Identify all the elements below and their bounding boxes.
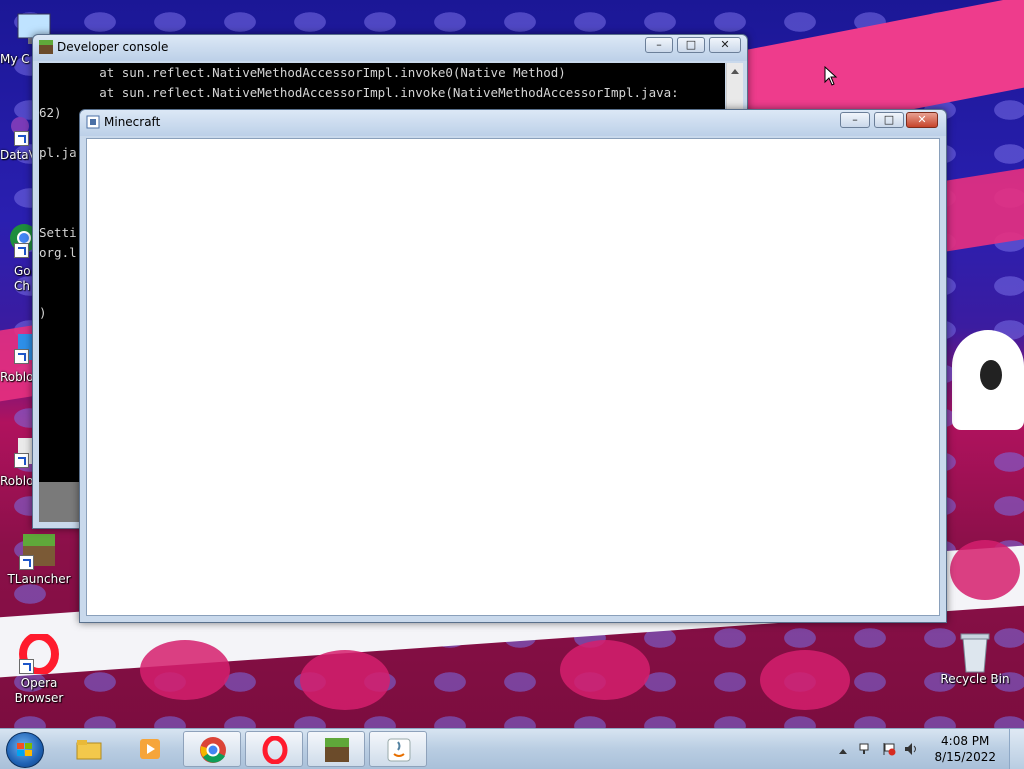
wallpaper-blob [760,650,850,710]
folder-icon [75,735,103,763]
clock-date: 8/15/2022 [934,750,996,764]
console-line: at sun.reflect.NativeMethodAccessorImpl.… [39,85,679,100]
taskbar-opera[interactable] [245,731,303,767]
close-icon: ✕ [720,38,730,51]
minimize-button[interactable]: – [645,37,673,53]
taskbar: 4:08 PM 8/15/2022 [0,728,1024,769]
java-icon [385,736,413,764]
scroll-up-arrow-icon[interactable] [731,69,739,74]
minecraft-window[interactable]: Minecraft – □ ✕ [79,109,947,623]
media-player-icon [136,735,164,763]
desktop-icon-label: Opera Browser [14,676,64,705]
desktop-icon-recycle-bin[interactable]: Recycle Bin [936,630,1014,687]
network-icon[interactable] [858,742,872,756]
maximize-button[interactable]: □ [677,37,705,53]
wallpaper-question-hole [980,360,1002,390]
taskbar-minecraft[interactable] [307,731,365,767]
wallpaper-blob [560,640,650,700]
wallpaper-blob [950,540,1020,600]
show-desktop-button[interactable] [1009,729,1024,769]
maximize-icon: □ [685,38,697,51]
desktop-icon-label: My C [0,52,30,66]
console-line: Setti [39,225,77,240]
volume-icon[interactable] [904,742,918,756]
start-button[interactable] [6,732,44,768]
console-line: at sun.reflect.NativeMethodAccessorImpl.… [39,65,566,80]
opera-icon [19,632,59,676]
desktop-icon-label: Recycle Bin [940,672,1010,686]
windows-logo-icon [17,743,33,757]
minecraft-icon [323,736,351,764]
shortcut-arrow-icon [14,349,29,364]
recycle-bin-icon [955,630,995,673]
console-line: ) [39,305,47,320]
desktop-icon-label: Roblo [0,474,34,488]
desktop-icon-opera[interactable]: Opera Browser [0,632,78,706]
opera-icon [261,735,289,765]
desktop-icon-tlauncher[interactable]: TLauncher [0,530,78,587]
mouse-cursor-icon [824,66,838,86]
roblox-icon [0,328,34,368]
shortcut-arrow-icon [19,659,34,674]
window-title: Developer console [57,40,169,54]
titlebar[interactable]: Minecraft – □ ✕ [80,110,946,136]
taskbar-java[interactable] [369,731,427,767]
console-line: org.l [39,245,77,260]
close-button[interactable]: ✕ [709,37,741,53]
window-title: Minecraft [104,115,161,129]
app-icon [0,112,30,146]
titlebar[interactable]: Developer console – □ ✕ [33,35,747,61]
console-line: pl.ja [39,145,77,160]
maximize-button[interactable]: □ [874,112,904,128]
shortcut-arrow-icon [14,453,29,468]
desktop-icon-label: TLauncher [7,572,71,586]
clock[interactable]: 4:08 PM 8/15/2022 [934,733,996,765]
minimize-button[interactable]: – [840,112,870,128]
taskbar-chrome[interactable] [183,731,241,767]
minimize-icon: – [852,113,858,126]
taskbar-explorer[interactable] [60,731,118,767]
wallpaper-blob [140,640,230,700]
taskbar-media-player[interactable] [121,731,179,767]
minecraft-grass-block-icon [19,530,59,570]
java-app-icon [86,115,100,129]
minecraft-content-area[interactable] [86,138,940,616]
action-center-warning-icon[interactable] [882,742,896,756]
shortcut-arrow-icon [14,131,29,146]
desktop-icon-label: Roblo [0,370,34,384]
clock-time: 4:08 PM [941,734,990,748]
minecraft-block-icon [39,40,53,54]
close-button[interactable]: ✕ [906,112,938,128]
shortcut-arrow-icon [14,243,29,258]
wallpaper-blob [300,650,390,710]
shortcut-arrow-icon [19,555,34,570]
maximize-icon: □ [883,113,895,126]
roblox-studio-icon [0,432,34,472]
minimize-icon: – [656,38,662,51]
chrome-icon [0,220,38,262]
show-hidden-icons-icon[interactable] [838,744,852,758]
close-icon: ✕ [917,113,927,126]
console-line: 62) [39,105,62,120]
system-tray: 4:08 PM 8/15/2022 [834,729,1024,769]
chrome-icon [199,736,227,764]
